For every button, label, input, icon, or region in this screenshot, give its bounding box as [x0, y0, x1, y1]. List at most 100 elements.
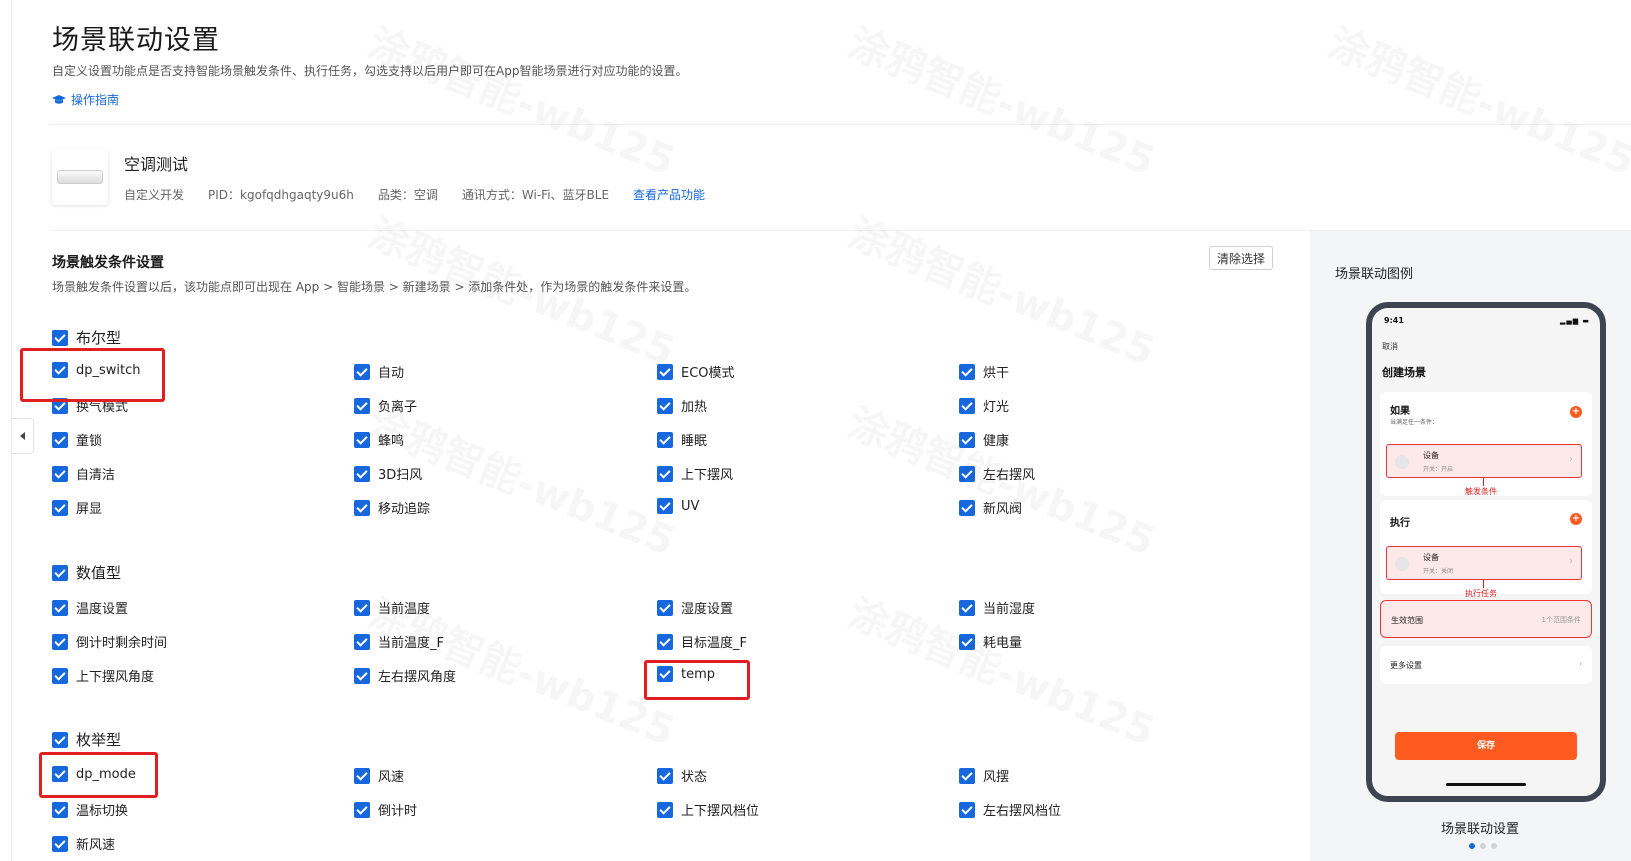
wifi-device-icon	[1395, 455, 1409, 469]
checkbox-item[interactable]: 上下摆风档位	[657, 800, 759, 819]
checkbox-item[interactable]: 负离子	[354, 396, 417, 415]
checkbox-label: 移动追踪	[378, 502, 431, 517]
home-indicator	[1446, 783, 1526, 786]
checkbox-label: 倒计时	[378, 804, 418, 819]
product-category: 品类：空调	[377, 188, 438, 202]
trigger-annotation: 触发条件	[1465, 487, 1497, 496]
checkbox-item[interactable]: 新风速	[52, 834, 115, 853]
checkbox-checked-icon	[959, 465, 975, 482]
phone-save-button: 保存	[1395, 732, 1577, 760]
checkbox-checked-icon	[52, 633, 68, 650]
carousel-dots[interactable]	[1469, 843, 1497, 849]
checkbox-item[interactable]: 屏显	[52, 498, 102, 517]
checkbox-item[interactable]: 自清洁	[52, 464, 115, 483]
collapse-sidebar-button[interactable]	[12, 418, 34, 454]
checkbox-item[interactable]: 当前湿度	[959, 598, 1035, 617]
group-checkbox-bool[interactable]: 布尔型	[52, 327, 121, 348]
checkbox-checked-icon	[52, 329, 68, 346]
device-name: 设备	[1423, 451, 1439, 460]
watermark: 涂鸦智能-wb125	[841, 11, 1165, 187]
checkbox-item[interactable]: 灯光	[959, 396, 1009, 415]
checkbox-item[interactable]: 左右摆风档位	[959, 800, 1061, 819]
checkbox-checked-icon	[52, 465, 68, 482]
left-nav-rail	[0, 0, 12, 861]
checkbox-item[interactable]: 自动	[354, 362, 404, 381]
checkbox-item[interactable]: 目标温度_F	[657, 632, 747, 651]
checkbox-item[interactable]: 上下摆风角度	[52, 666, 154, 685]
checkbox-item[interactable]: 左右摆风	[959, 464, 1035, 483]
product-name: 空调测试	[124, 155, 189, 174]
phone-create-title: 创建场景	[1382, 366, 1426, 379]
watermark: 涂鸦智能-wb125	[841, 201, 1165, 377]
view-product-functions-link[interactable]: 查看产品功能	[633, 186, 705, 203]
phone-cancel: 取消	[1382, 342, 1398, 351]
carousel-dot[interactable]	[1491, 843, 1497, 849]
checkbox-item[interactable]: 当前温度	[354, 598, 430, 617]
checkbox-label: 童锁	[76, 434, 103, 449]
checkbox-checked-icon	[657, 633, 673, 650]
checkbox-checked-icon	[959, 499, 975, 516]
checkbox-checked-icon	[52, 599, 68, 616]
checkbox-item[interactable]: 蜂鸣	[354, 430, 404, 449]
watermark: 涂鸦智能-wb125	[361, 11, 685, 187]
checkbox-checked-icon	[657, 498, 673, 514]
checkbox-label: 耗电量	[983, 636, 1023, 651]
checkbox-item[interactable]: 健康	[959, 430, 1009, 449]
highlight-box	[644, 660, 750, 700]
checkbox-label: 蜂鸣	[378, 434, 405, 449]
checkbox-item[interactable]: 加热	[657, 396, 707, 415]
checkbox-checked-icon	[52, 667, 68, 684]
guide-link[interactable]: 操作指南	[52, 91, 119, 108]
checkbox-checked-icon	[959, 599, 975, 616]
checkbox-checked-icon	[657, 801, 673, 818]
page-description: 自定义设置功能点是否支持智能场景触发条件、执行任务，勾选支持以后用户即可在App…	[52, 64, 688, 78]
scope-label: 生效范围	[1391, 616, 1423, 625]
phone-time: 9:41	[1384, 316, 1404, 325]
carousel-dot[interactable]	[1480, 843, 1486, 849]
checkbox-label: 睡眠	[681, 434, 708, 449]
checkbox-item[interactable]: 耗电量	[959, 632, 1022, 651]
checkbox-item[interactable]: 温标切换	[52, 800, 128, 819]
checkbox-label: UV	[681, 498, 700, 514]
checkbox-label: 屏显	[76, 502, 103, 517]
checkbox-item[interactable]: ECO模式	[657, 362, 735, 381]
carousel-dot-active[interactable]	[1469, 843, 1475, 849]
checkbox-checked-icon	[52, 431, 68, 448]
checkbox-checked-icon	[354, 465, 370, 482]
group-checkbox-value[interactable]: 数值型	[52, 562, 121, 583]
checkbox-item[interactable]: 状态	[657, 766, 707, 785]
checkbox-label: 加热	[681, 400, 708, 415]
checkbox-item[interactable]: 新风阀	[959, 498, 1022, 517]
checkbox-label: 左右摆风档位	[983, 804, 1062, 819]
checkbox-item[interactable]: 移动追踪	[354, 498, 430, 517]
checkbox-label: 灯光	[983, 400, 1010, 415]
chevron-right-icon: ›	[1579, 660, 1582, 668]
checkbox-item[interactable]: 倒计时剩余时间	[52, 632, 167, 651]
clear-selection-button[interactable]: 清除选择	[1209, 246, 1273, 270]
checkbox-item[interactable]: 睡眠	[657, 430, 707, 449]
checkbox-label: 当前温度_F	[378, 636, 444, 651]
phone-if-title: 如果	[1390, 406, 1410, 417]
checkbox-item[interactable]: 风速	[354, 766, 404, 785]
checkbox-item[interactable]: 左右摆风角度	[354, 666, 456, 685]
checkbox-label: 新风速	[76, 838, 116, 853]
checkbox-item[interactable]: 童锁	[52, 430, 102, 449]
checkbox-item[interactable]: 温度设置	[52, 598, 128, 617]
product-pid: PID：kgofqdhgaqty9u6h	[208, 188, 354, 202]
checkbox-checked-icon	[52, 731, 68, 748]
checkbox-label: 自动	[378, 366, 405, 381]
product-image	[52, 149, 108, 205]
group-checkbox-enum[interactable]: 枚举型	[52, 729, 121, 750]
checkbox-checked-icon	[354, 633, 370, 650]
preview-title: 场景联动图例	[1335, 267, 1414, 282]
checkbox-item[interactable]: 3D扫风	[354, 464, 422, 483]
checkbox-item[interactable]: 湿度设置	[657, 598, 733, 617]
checkbox-item[interactable]: 倒计时	[354, 800, 417, 819]
checkbox-checked-icon	[354, 599, 370, 616]
watermark: 涂鸦智能-wb125	[1321, 11, 1631, 187]
checkbox-item[interactable]: UV	[657, 498, 699, 514]
checkbox-item[interactable]: 当前温度_F	[354, 632, 444, 651]
checkbox-item[interactable]: 烘干	[959, 362, 1009, 381]
checkbox-item[interactable]: 上下摆风	[657, 464, 733, 483]
checkbox-item[interactable]: 风摆	[959, 766, 1009, 785]
